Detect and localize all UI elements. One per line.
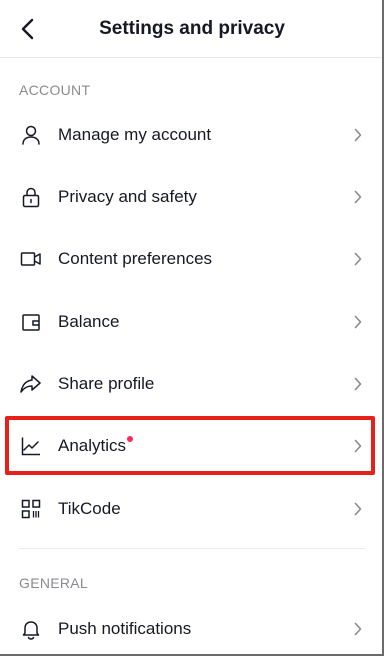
settings-item-share-profile[interactable]: Share profile (0, 353, 384, 415)
header: Settings and privacy (0, 0, 384, 58)
chevron-right-icon (352, 501, 364, 517)
person-icon (19, 123, 43, 147)
settings-item-content-preferences[interactable]: Content preferences (0, 228, 384, 290)
settings-item-tikcode[interactable]: TikCode (0, 478, 384, 540)
section-label-account: ACCOUNT (19, 82, 91, 98)
notification-dot (127, 436, 134, 442)
settings-item-privacy-safety[interactable]: Privacy and safety (0, 166, 384, 228)
chevron-right-icon (352, 438, 364, 454)
chevron-right-icon (352, 251, 364, 267)
share-arrow-icon (19, 372, 43, 396)
video-camera-icon (19, 247, 43, 271)
settings-item-label: Privacy and safety (58, 187, 197, 206)
wallet-icon (19, 310, 43, 334)
lock-icon (19, 185, 43, 209)
chevron-right-icon (352, 314, 364, 330)
chevron-right-icon (352, 621, 364, 637)
analytics-label-text: Analytics (58, 436, 127, 455)
qr-code-icon (19, 497, 43, 521)
bell-icon (19, 617, 43, 641)
settings-item-analytics[interactable]: Analytics (0, 415, 384, 477)
chevron-right-icon (352, 189, 364, 205)
settings-item-label: Share profile (58, 374, 155, 393)
settings-item-balance[interactable]: Balance (0, 291, 384, 353)
settings-item-manage-account[interactable]: Manage my account (0, 104, 384, 166)
settings-item-label: TikCode (58, 499, 121, 518)
settings-item-label: Content preferences (58, 249, 213, 268)
settings-item-label: Balance (58, 312, 120, 331)
settings-item-label: Analytics (58, 436, 134, 456)
settings-item-push-notifications[interactable]: Push notifications (0, 598, 384, 660)
section-label-general: GENERAL (19, 575, 89, 591)
settings-item-label: Manage my account (58, 125, 212, 144)
page-title: Settings and privacy (99, 18, 285, 39)
section-divider (19, 548, 365, 549)
settings-item-label: Push notifications (58, 619, 192, 638)
chevron-right-icon (352, 376, 364, 392)
line-chart-icon (19, 434, 43, 458)
chevron-right-icon (352, 127, 364, 143)
